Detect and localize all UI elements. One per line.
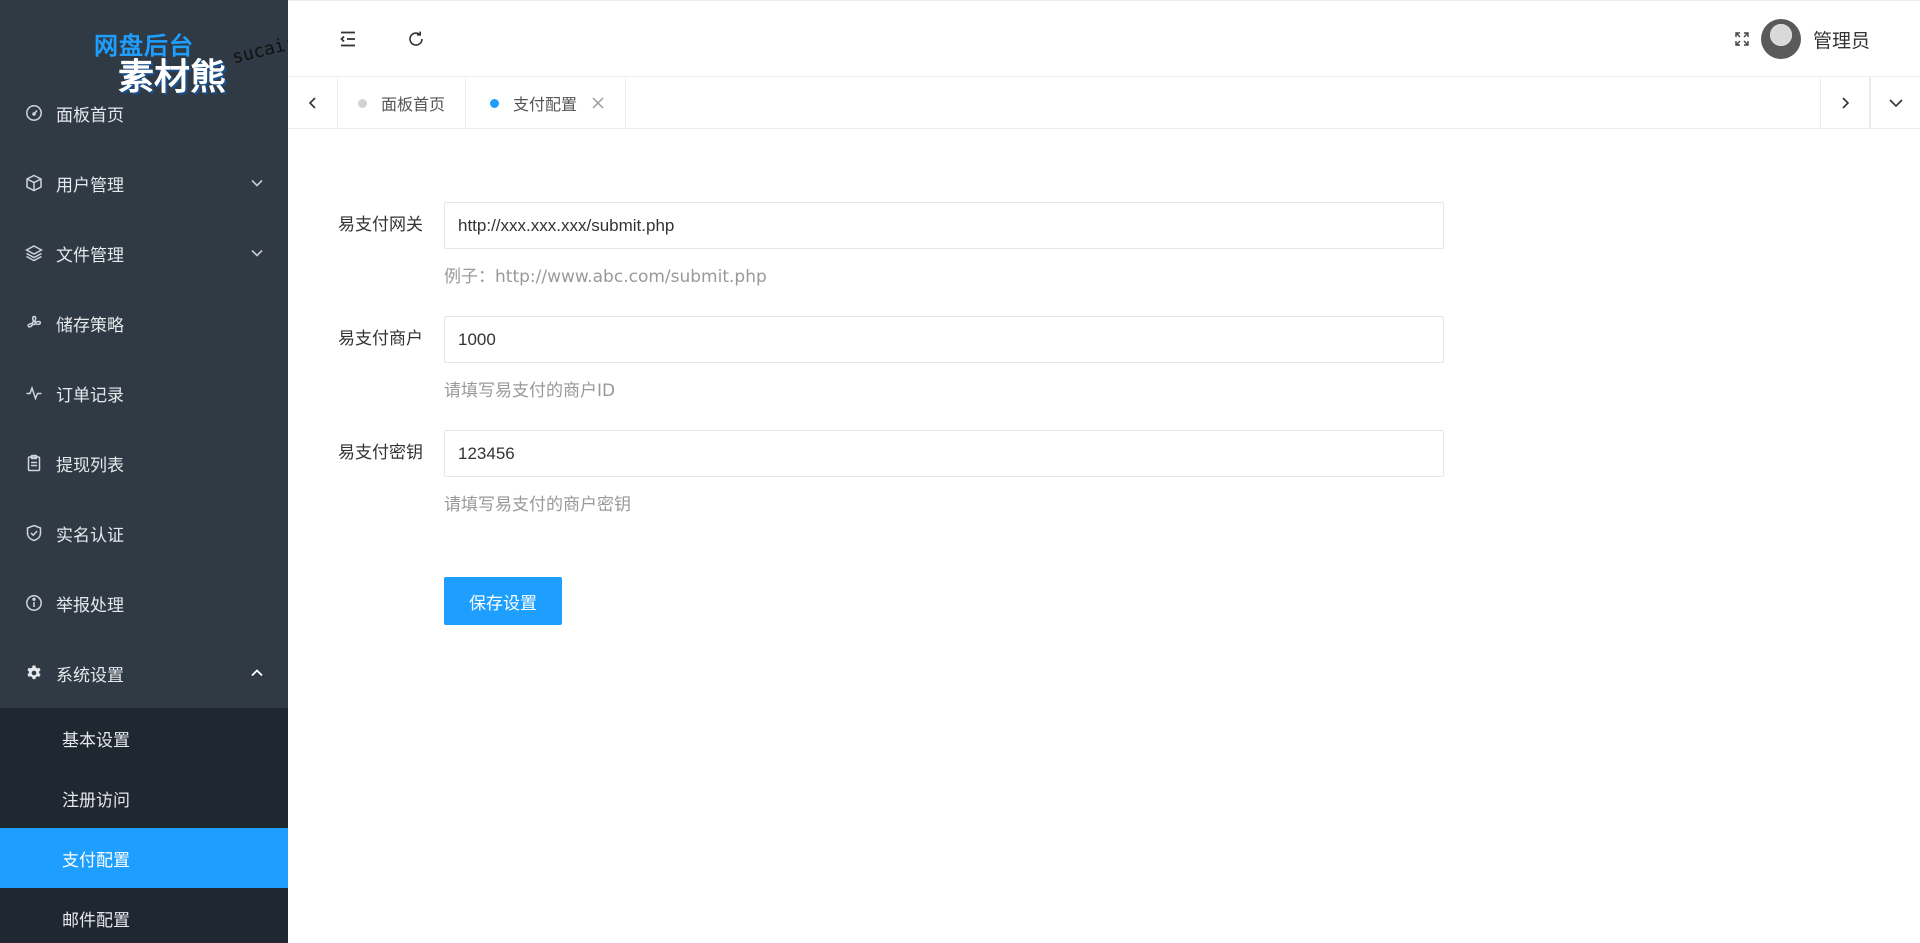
tab-dashboard[interactable]: 面板首页: [338, 77, 467, 129]
sidebar-item-files[interactable]: 文件管理: [0, 218, 288, 288]
sidebar-item-label: 实名认证: [56, 525, 124, 546]
tab-status-dot: [358, 98, 367, 108]
tab-scroll-left-button[interactable]: [288, 77, 338, 129]
gateway-label: 易支付网关: [338, 215, 423, 235]
refresh-icon[interactable]: [402, 25, 430, 53]
chevron-down-icon: [251, 179, 263, 187]
submenu-item-payment[interactable]: 支付配置: [0, 828, 288, 888]
tab-dropdown-button[interactable]: [1870, 77, 1920, 129]
merchant-help: 请填写易支付的商户ID: [444, 381, 616, 401]
tab-label: 面板首页: [381, 95, 446, 114]
chevron-down-icon: [1888, 99, 1903, 108]
tab-bar: 面板首页 支付配置: [288, 77, 1920, 129]
fan-icon: [24, 313, 44, 333]
sidebar-item-label: 订单记录: [56, 385, 124, 406]
gear-icon: [24, 663, 44, 683]
sidebar-item-dashboard[interactable]: 面板首页: [0, 78, 288, 148]
main-content: 易支付网关 例子：http://www.abc.com/submit.php 易…: [288, 130, 1920, 943]
chevron-left-icon: [308, 97, 316, 109]
gateway-input[interactable]: [444, 202, 1444, 249]
menu-fold-icon[interactable]: [334, 25, 362, 53]
merchant-label: 易支付商户: [338, 329, 423, 349]
tab-payment-config[interactable]: 支付配置: [470, 77, 627, 129]
secret-key-label: 易支付密钥: [338, 443, 423, 463]
merchant-input[interactable]: [444, 316, 1444, 363]
sidebar: 网盘后台 素材熊 sucaire.com 面板首页 用户管理 文件管理 储存策略…: [0, 0, 288, 943]
user-name: 管理员: [1812, 29, 1870, 52]
chevron-down-icon: [251, 249, 263, 257]
fullscreen-icon[interactable]: [1728, 25, 1756, 53]
sidebar-item-storage[interactable]: 储存策略: [0, 288, 288, 358]
sidebar-item-label: 举报处理: [56, 595, 124, 616]
activity-icon: [24, 383, 44, 403]
shield-check-icon: [24, 523, 44, 543]
gateway-help: 例子：http://www.abc.com/submit.php: [444, 267, 767, 287]
save-button[interactable]: 保存设置: [444, 577, 562, 625]
sidebar-item-label: 提现列表: [56, 455, 124, 476]
sidebar-item-withdrawals[interactable]: 提现列表: [0, 428, 288, 498]
info-icon: [24, 593, 44, 613]
sidebar-item-label: 系统设置: [56, 665, 124, 686]
user-menu[interactable]: 管理员: [1760, 19, 1870, 59]
settings-submenu: 基本设置 注册访问 支付配置 邮件配置: [0, 708, 288, 943]
dashboard-icon: [24, 103, 44, 123]
watermark-url: sucaire.com: [230, 19, 288, 69]
secret-key-help: 请填写易支付的商户密钥: [444, 495, 631, 515]
submenu-item-register[interactable]: 注册访问: [0, 768, 288, 828]
secret-key-input[interactable]: [444, 430, 1444, 477]
layers-icon: [24, 243, 44, 263]
sidebar-item-settings[interactable]: 系统设置: [0, 638, 288, 708]
chevron-up-icon: [251, 669, 263, 677]
submenu-item-email[interactable]: 邮件配置: [0, 888, 288, 943]
sidebar-item-label: 面板首页: [56, 105, 124, 126]
tab-label: 支付配置: [513, 95, 578, 114]
sidebar-item-label: 文件管理: [56, 245, 124, 266]
top-header: 管理员: [288, 0, 1920, 77]
chevron-right-icon: [1842, 97, 1850, 109]
clipboard-icon: [24, 453, 44, 473]
tab-status-dot: [490, 98, 499, 108]
sidebar-item-orders[interactable]: 订单记录: [0, 358, 288, 428]
sidebar-item-users[interactable]: 用户管理: [0, 148, 288, 218]
sidebar-item-label: 用户管理: [56, 175, 124, 196]
submenu-item-basic[interactable]: 基本设置: [0, 708, 288, 768]
tab-scroll-right-button[interactable]: [1820, 77, 1870, 129]
cube-icon: [24, 173, 44, 193]
sidebar-item-label: 储存策略: [56, 315, 124, 336]
avatar[interactable]: [1760, 19, 1801, 59]
sidebar-item-verification[interactable]: 实名认证: [0, 498, 288, 568]
sidebar-item-reports[interactable]: 举报处理: [0, 568, 288, 638]
close-icon[interactable]: [591, 96, 605, 110]
logo[interactable]: 网盘后台 素材熊 sucaire.com: [0, 0, 288, 98]
